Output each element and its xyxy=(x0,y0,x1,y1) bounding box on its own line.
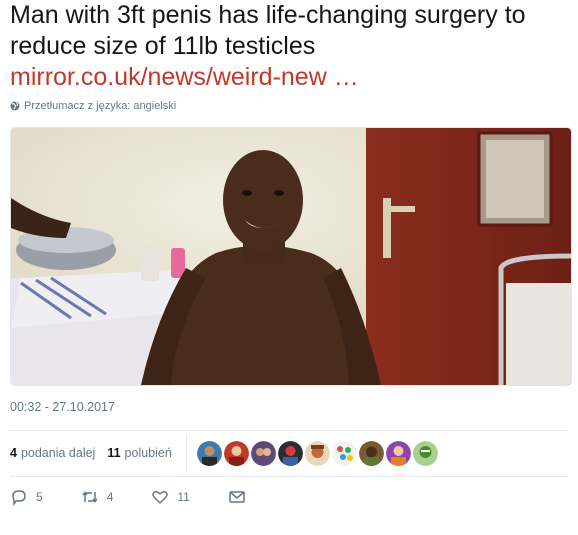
avatar[interactable] xyxy=(385,440,411,466)
globe-icon xyxy=(10,101,20,111)
reply-button[interactable]: 5 xyxy=(10,488,43,506)
tweet-actions: 5 4 11 xyxy=(10,488,284,506)
retweets-stat-count: 4 xyxy=(10,446,17,460)
mail-icon xyxy=(229,491,245,503)
like-button[interactable]: 11 xyxy=(151,488,190,506)
avatar[interactable] xyxy=(412,440,438,466)
likes-stat-count: 11 xyxy=(107,446,121,460)
like-count: 11 xyxy=(177,490,190,504)
reply-count: 5 xyxy=(36,490,43,504)
avatar[interactable] xyxy=(250,440,276,466)
divider-top xyxy=(10,430,568,431)
retweets-stat[interactable]: 4 podania dalej xyxy=(10,446,95,460)
heart-icon xyxy=(152,491,169,505)
avatar[interactable] xyxy=(304,440,330,466)
liker-avatars xyxy=(196,440,438,466)
likes-stat[interactable]: 11 polubień xyxy=(107,446,171,460)
reply-icon xyxy=(12,490,26,506)
avatar[interactable] xyxy=(358,440,384,466)
avatar[interactable] xyxy=(277,440,303,466)
tweet-stats: 4 podania dalej 11 polubień xyxy=(10,433,568,473)
avatar[interactable] xyxy=(196,440,222,466)
retweets-stat-label: podania dalej xyxy=(20,446,96,460)
tweet-photo[interactable] xyxy=(10,127,572,386)
retweet-icon xyxy=(82,491,98,503)
stats-separator xyxy=(185,434,187,472)
retweet-button[interactable]: 4 xyxy=(81,488,114,506)
tweet-text: Man with 3ft penis has life-changing sur… xyxy=(10,0,572,93)
divider-bottom xyxy=(10,476,568,477)
tweet-link[interactable]: mirror.co.uk/news/weird-new … xyxy=(10,62,572,93)
avatar[interactable] xyxy=(331,440,357,466)
retweet-count: 4 xyxy=(106,490,114,504)
photo-image xyxy=(11,128,571,385)
avatar[interactable] xyxy=(223,440,249,466)
message-button[interactable] xyxy=(228,488,246,506)
translate-label: Przetłumacz z języka: angielski xyxy=(24,100,177,112)
tweet-headline: Man with 3ft penis has life-changing sur… xyxy=(10,1,526,60)
tweet-timestamp[interactable]: 00:32 - 27.10.2017 xyxy=(10,400,115,414)
likes-stat-label: polubień xyxy=(124,446,172,460)
translate-link[interactable]: Przetłumacz z języka: angielski xyxy=(10,100,176,112)
